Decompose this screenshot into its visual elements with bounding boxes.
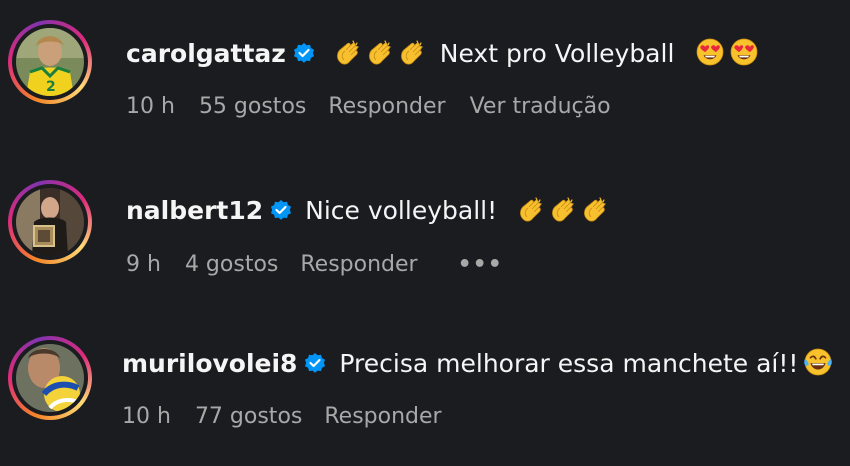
comment-line: carolgattaz Next pro Volleyball <box>126 38 758 69</box>
tears-of-joy-icon <box>804 348 833 376</box>
timestamp: 10 h <box>122 404 171 429</box>
comment-meta: 10 h 55 gostos Responder Ver tradução <box>126 94 611 120</box>
timestamp: 10 h <box>126 94 175 119</box>
comment-meta: 9 h 4 gostos Responder ••• <box>126 252 503 278</box>
avatar[interactable] <box>8 336 92 420</box>
more-options-icon[interactable]: ••• <box>458 252 503 278</box>
likes-count[interactable]: 77 gostos <box>195 404 302 430</box>
comment-item: 2 carolgattaz Next pro Volleyball 10 h 55… <box>0 0 850 150</box>
likes-count[interactable]: 4 gostos <box>185 252 278 278</box>
comment-item: nalbert12 Nice volleyball! 9 h 4 gostos Re… <box>0 150 850 310</box>
clapping-hands-icon <box>368 40 391 65</box>
avatar-photo-icon <box>16 188 84 256</box>
clapping-hands-icon <box>583 197 606 222</box>
reply-button[interactable]: Responder <box>300 252 417 278</box>
avatar-photo-icon <box>16 344 84 412</box>
verified-badge-icon <box>270 198 293 221</box>
comment-line: murilovolei8 Precisa melhorar essa manch… <box>122 348 833 379</box>
likes-count[interactable]: 55 gostos <box>199 94 306 120</box>
comment-text: Nice volleyball! <box>305 196 498 225</box>
avatar-photo-icon: 2 <box>16 28 84 96</box>
clapping-hands-icon <box>519 197 542 222</box>
heart-eyes-icon <box>730 38 758 66</box>
comment-text: Next pro Volleyball <box>439 39 675 68</box>
username[interactable]: nalbert12 <box>126 196 263 225</box>
heart-eyes-icon <box>696 38 724 66</box>
translate-button[interactable]: Ver tradução <box>470 94 611 120</box>
username[interactable]: murilovolei8 <box>122 349 297 378</box>
svg-text:2: 2 <box>46 79 56 95</box>
verified-badge-icon <box>304 351 327 374</box>
username[interactable]: carolgattaz <box>126 39 286 68</box>
comment-line: nalbert12 Nice volleyball! <box>126 196 607 226</box>
clapping-hands-icon <box>551 197 574 222</box>
avatar[interactable]: 2 <box>8 20 92 104</box>
comment-meta: 10 h 77 gostos Responder <box>122 404 442 430</box>
comment-item: murilovolei8 Precisa melhorar essa manch… <box>0 310 850 466</box>
clapping-hands-icon <box>336 40 359 65</box>
verified-badge-icon <box>292 41 315 64</box>
comment-text: Precisa melhorar essa manchete aí!! <box>339 349 799 378</box>
reply-button[interactable]: Responder <box>324 404 441 430</box>
avatar[interactable] <box>8 180 92 264</box>
reply-button[interactable]: Responder <box>328 94 445 120</box>
clapping-hands-icon <box>400 40 423 65</box>
timestamp: 9 h <box>126 252 161 277</box>
